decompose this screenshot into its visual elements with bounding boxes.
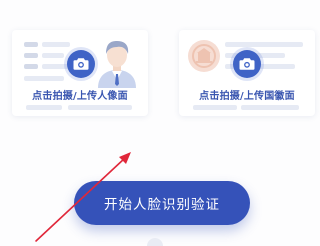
emblem-upload-caption: 点击拍摄/上传国徽面 (199, 91, 295, 102)
camera-icon (239, 57, 255, 71)
start-face-verification-button[interactable]: 开始人脸识别验证 (74, 181, 250, 225)
person-avatar-icon (96, 38, 138, 92)
id-portrait-upload-card[interactable]: 点击拍摄/上传人像面 (12, 30, 148, 116)
emblem-camera-button[interactable] (233, 50, 261, 78)
portrait-camera-button[interactable] (67, 50, 95, 78)
id-emblem-upload-card[interactable]: 点击拍摄/上传国徽面 (179, 30, 315, 116)
bottom-indicator (147, 238, 163, 246)
national-emblem-icon (186, 38, 222, 78)
portrait-upload-caption: 点击拍摄/上传人像面 (32, 91, 128, 102)
camera-icon (73, 57, 89, 71)
